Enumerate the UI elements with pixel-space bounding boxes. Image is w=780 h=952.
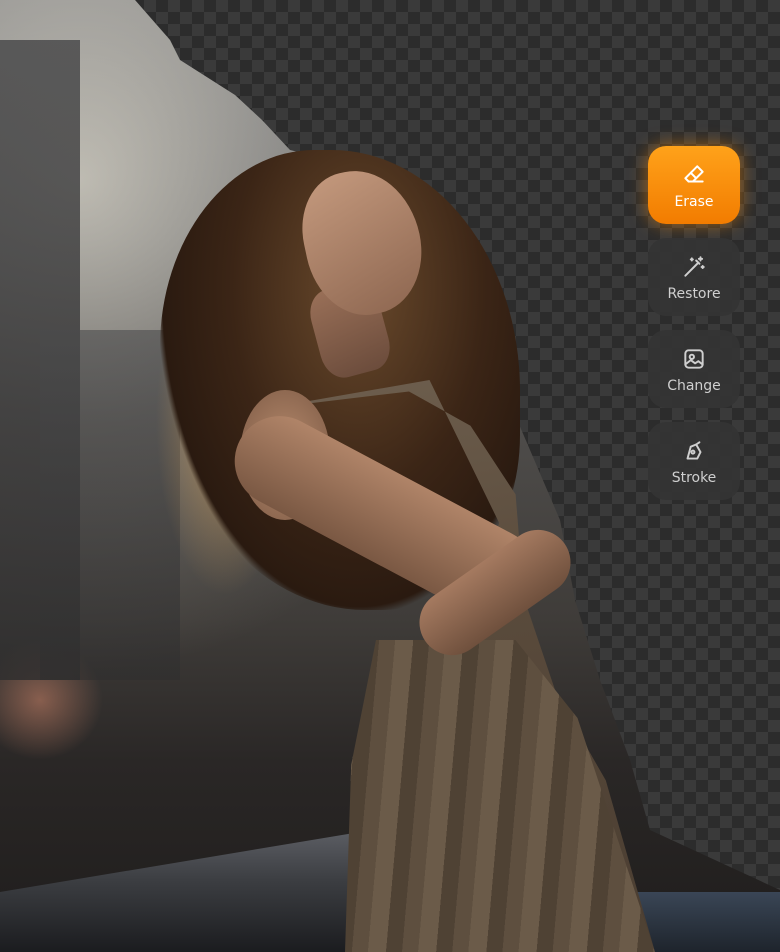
stroke-pen-icon: [680, 437, 708, 465]
editor-stage: Erase Restore Change Stroke: [0, 0, 780, 952]
erase-label: Erase: [674, 193, 714, 210]
change-tool-button[interactable]: Change: [648, 330, 740, 408]
restore-label: Restore: [667, 285, 721, 302]
change-label: Change: [667, 377, 721, 394]
restore-tool-button[interactable]: Restore: [648, 238, 740, 316]
image-icon: [680, 345, 708, 373]
eraser-icon: [680, 161, 708, 189]
erase-tool-button[interactable]: Erase: [648, 146, 740, 224]
magic-wand-icon: [680, 253, 708, 281]
rooftop-floor: [630, 892, 780, 952]
rooftop-ledge: [0, 832, 360, 952]
stroke-tool-button[interactable]: Stroke: [648, 422, 740, 500]
tool-rail: Erase Restore Change Stroke: [648, 146, 740, 514]
stroke-label: Stroke: [671, 469, 717, 486]
